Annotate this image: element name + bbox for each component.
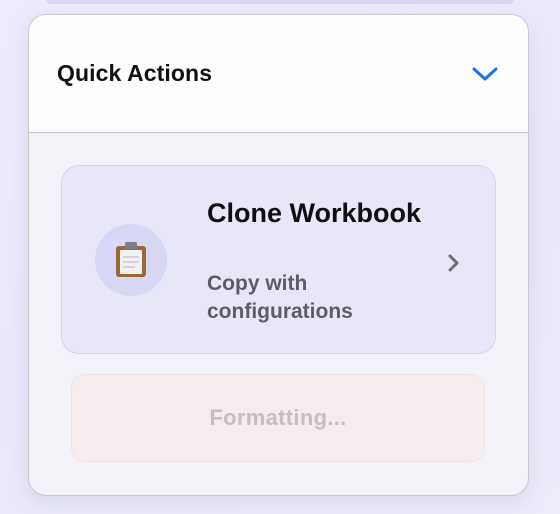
panel-title: Quick Actions — [57, 60, 213, 86]
action-title: Clone Workbook — [207, 198, 422, 228]
collapse-toggle-button[interactable] — [470, 59, 500, 89]
formatting-status: Formatting... — [71, 374, 485, 462]
chevron-down-icon — [472, 67, 498, 80]
clone-workbook-action[interactable]: Clone Workbook Copy with configurations — [61, 165, 496, 354]
action-icon-badge — [95, 224, 167, 296]
chevron-right-icon — [448, 254, 459, 272]
top-edge-strip — [46, 0, 514, 4]
quick-actions-panel: Quick Actions Clone Workbook Copy with c… — [28, 14, 529, 496]
status-label: Formatting... — [209, 405, 347, 430]
action-subtitle: Copy with configurations — [207, 272, 353, 323]
panel-header[interactable]: Quick Actions — [29, 15, 528, 133]
clipboard-icon — [116, 242, 146, 277]
